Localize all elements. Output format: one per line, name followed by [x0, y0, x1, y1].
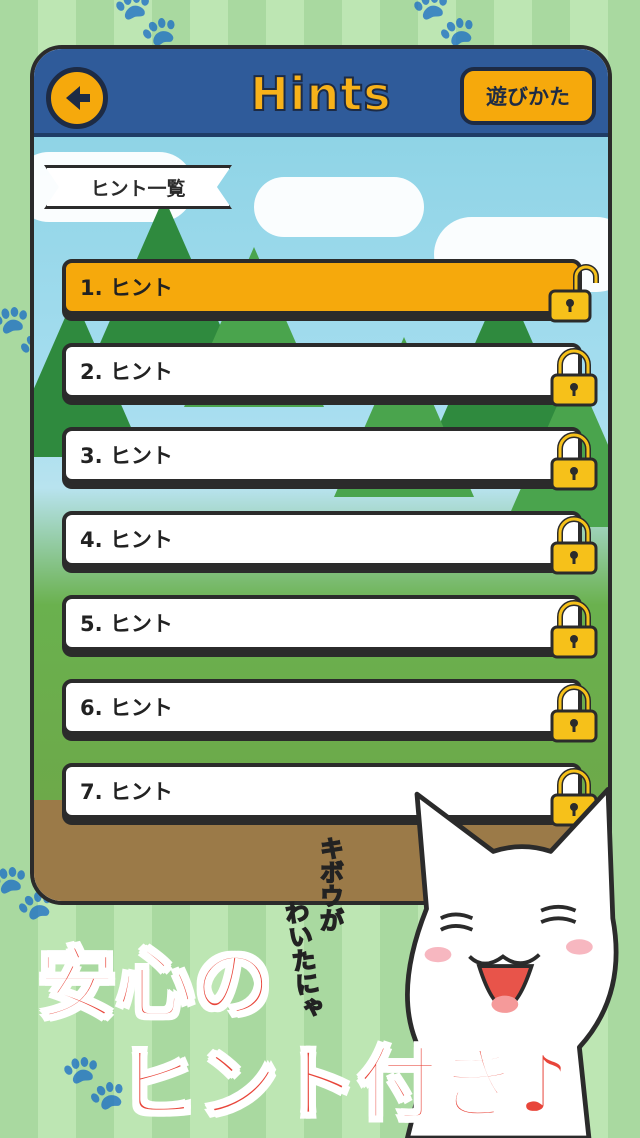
cat-speech-line1: キボウが	[315, 835, 345, 933]
hint-row-3[interactable]: 3. ヒント	[62, 427, 598, 491]
padlock-icon	[550, 516, 598, 575]
promo-line2: ヒント付き♪	[116, 1037, 570, 1133]
hint-label: 6. ヒント	[80, 696, 173, 720]
hint-row-1[interactable]: 1. ヒント	[62, 259, 599, 323]
header-bar: Hints 遊びかた	[34, 49, 608, 137]
unlocked-padlock-icon	[548, 264, 599, 323]
padlock-icon	[550, 684, 598, 743]
hint-label: 4. ヒント	[80, 528, 173, 552]
hint-label: 5. ヒント	[80, 612, 173, 636]
how-to-play-button[interactable]: 遊びかた	[460, 67, 596, 125]
hint-label: 1. ヒント	[80, 276, 173, 300]
padlock-icon	[550, 348, 598, 407]
hint-label: 7. ヒント	[80, 780, 173, 804]
hint-label: 2. ヒント	[80, 360, 173, 384]
hint-row-6[interactable]: 6. ヒント	[62, 679, 598, 743]
hint-label: 3. ヒント	[80, 444, 173, 468]
paw-print-icon: 🐾	[410, 0, 478, 49]
hint-row-5[interactable]: 5. ヒント	[62, 595, 598, 659]
padlock-icon	[550, 600, 598, 659]
padlock-icon	[550, 432, 598, 491]
paw-print-icon: 🐾	[112, 0, 180, 49]
promo-line1: 安心の	[36, 939, 273, 1032]
hint-row-2[interactable]: 2. ヒント	[62, 343, 598, 407]
section-label: ヒント一覧	[44, 165, 232, 209]
hint-row-4[interactable]: 4. ヒント	[62, 511, 598, 575]
